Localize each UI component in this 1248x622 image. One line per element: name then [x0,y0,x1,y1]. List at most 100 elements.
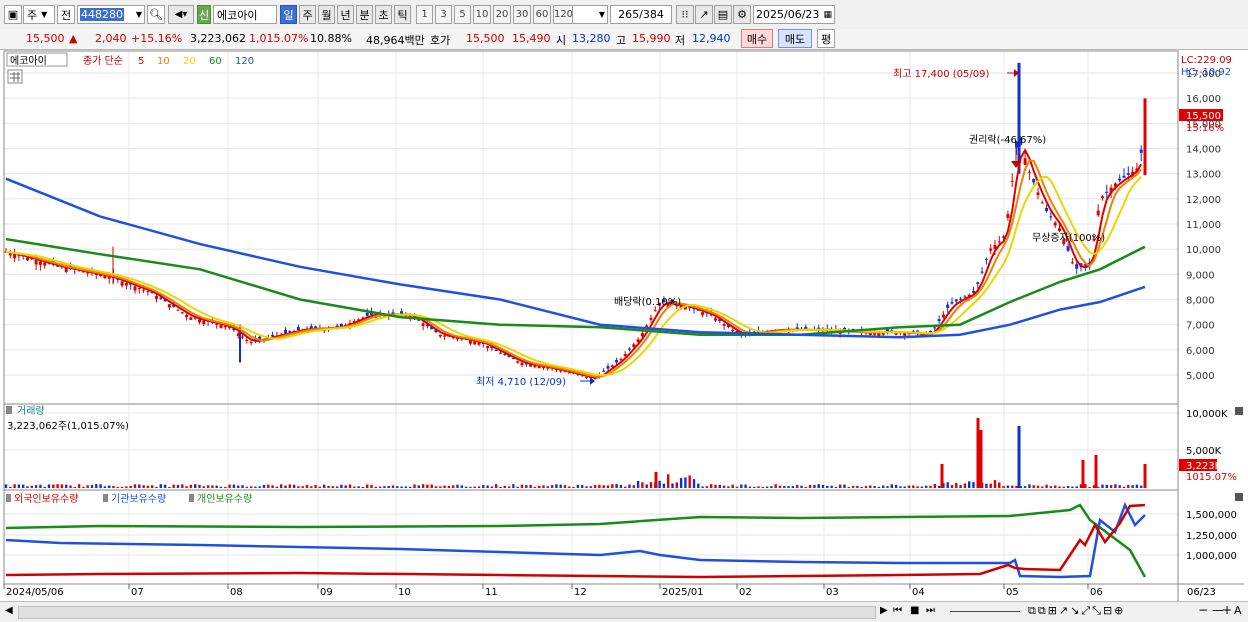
interval-button-4[interactable]: 분 [356,5,373,24]
first-icon[interactable]: ⏮ [893,605,902,616]
date-input[interactable]: 2025/06/23 ▦ [753,5,835,24]
interval-button-1[interactable]: 주 [299,5,316,24]
eval-button[interactable]: 평 [817,29,835,48]
candle-body [1058,228,1061,232]
volume-bar [1071,486,1074,488]
ask-label: 호가 [430,34,451,47]
volume-bar [77,484,81,488]
stop-icon[interactable]: ■ [910,605,919,616]
candle-body [941,314,945,318]
number-button-20[interactable]: 20 [493,5,511,24]
scroll-track[interactable] [18,606,876,619]
interval-button-3[interactable]: 년 [337,5,354,24]
volume-bar [34,485,38,488]
volume-bar [735,486,739,488]
search-icon[interactable]: 🔍︎ [147,5,165,24]
stock-name-field[interactable]: 에코아이 [213,5,277,24]
chart-menu-icon[interactable]: ▣ [4,5,22,24]
candle-body [1045,207,1049,212]
speaker-icon[interactable]: ◀▾ [168,5,194,24]
volume-bar [581,485,584,488]
candle-body [937,319,941,321]
volume-bar [817,484,820,488]
period-type-select[interactable]: 주 ▼ [23,5,55,24]
number-button-5[interactable]: 5 [454,5,471,24]
holdings-legend-2: 개인보유수량 [197,493,252,505]
price-tick: 13,000 [1186,170,1221,181]
candle-body [606,366,610,369]
volume-bar [550,485,554,488]
sell-button[interactable]: 매도 [778,29,812,48]
font-size-icon[interactable]: A [1234,604,1242,617]
interval-button-2[interactable]: 월 [318,5,335,24]
ma-line-5 [5,148,1143,379]
price-tick: 16,000 [1186,94,1221,105]
volume-spike-bar [979,430,983,488]
candle-body [1096,210,1100,216]
extra-select[interactable]: ▼ [572,5,608,24]
volume-bars [4,418,1147,488]
chart-tools-icon[interactable]: ⧉⧉⊞↗↘⤢⤡⊟⊕ [1028,604,1125,618]
buy-button[interactable]: 매수 [741,29,773,48]
volume-bar [774,484,777,488]
volume-bar [73,486,76,488]
volume-bar [361,486,365,488]
candle-body [241,336,244,338]
number-button-30[interactable]: 30 [513,5,531,24]
volume-bar [138,484,141,488]
prev-button[interactable]: 전 [57,5,75,24]
volume-bar [761,486,764,488]
candle-body [180,312,184,314]
volume-bar [516,486,519,488]
zoom-out-icon[interactable]: − [1198,603,1208,617]
volume-bar [495,484,498,488]
number-button-3[interactable]: 3 [435,5,452,24]
low-price: 12,940 [692,32,731,45]
volume-bar [1075,486,1078,488]
volume-bar [125,486,128,488]
volume-bar [211,485,214,488]
zoom-slider[interactable] [950,611,1020,612]
volume-spike-bar [1017,426,1021,488]
last-icon[interactable]: ⏭ [926,605,935,616]
ask-price-2: 15,490 [512,32,551,45]
volume-bar [477,486,481,488]
save-icon[interactable]: ▤ [714,5,732,24]
number-button-60[interactable]: 60 [533,5,551,24]
zoom-in-icon[interactable]: + [1222,603,1232,617]
volume-bar [172,484,175,488]
volume-panel-icon [6,406,12,414]
volume-bar [993,480,997,488]
volume-bar [430,484,433,488]
open-label: 시 [556,34,567,47]
volume-bar [254,486,257,488]
volume-bar [576,484,580,488]
stock-code-input[interactable]: 448280 ▼ [77,5,145,24]
x-tick-label: 10 [398,587,411,598]
number-button-120[interactable]: 120 [553,5,574,24]
candle-body [980,271,984,273]
scroll-right-icon[interactable]: ▶ [880,605,888,616]
price-tick: 12,000 [1186,195,1221,206]
number-button-10[interactable]: 10 [473,5,491,24]
candle-body [950,302,954,304]
volume-bar [129,485,132,488]
candle-body [997,241,1001,243]
scroll-left-icon[interactable]: ◀ [5,605,13,616]
interval-button-5[interactable]: 초 [375,5,392,24]
grid-icon[interactable]: ⁝⁝ [676,5,694,24]
interval-button-6[interactable]: 틱 [394,5,411,24]
candle-body [1105,191,1109,193]
volume-bar [112,485,115,488]
number-button-1[interactable]: 1 [416,5,433,24]
chart-tool-icon[interactable]: ↗ [695,5,713,24]
volume-bar [163,484,167,488]
volume-label: 거래량 [17,405,45,417]
interval-button-0[interactable]: 일 [280,5,297,24]
volume-bar [95,484,98,488]
volume-panel-frame [3,403,1179,491]
volume-bar [116,486,119,488]
gear-icon[interactable]: ⚙ [733,5,751,24]
chart-area[interactable]: 17,000 16,000 15,000 14,000 13,000 12,000 11,0… [0,50,1248,601]
count-field[interactable]: 265/384 [610,5,672,24]
